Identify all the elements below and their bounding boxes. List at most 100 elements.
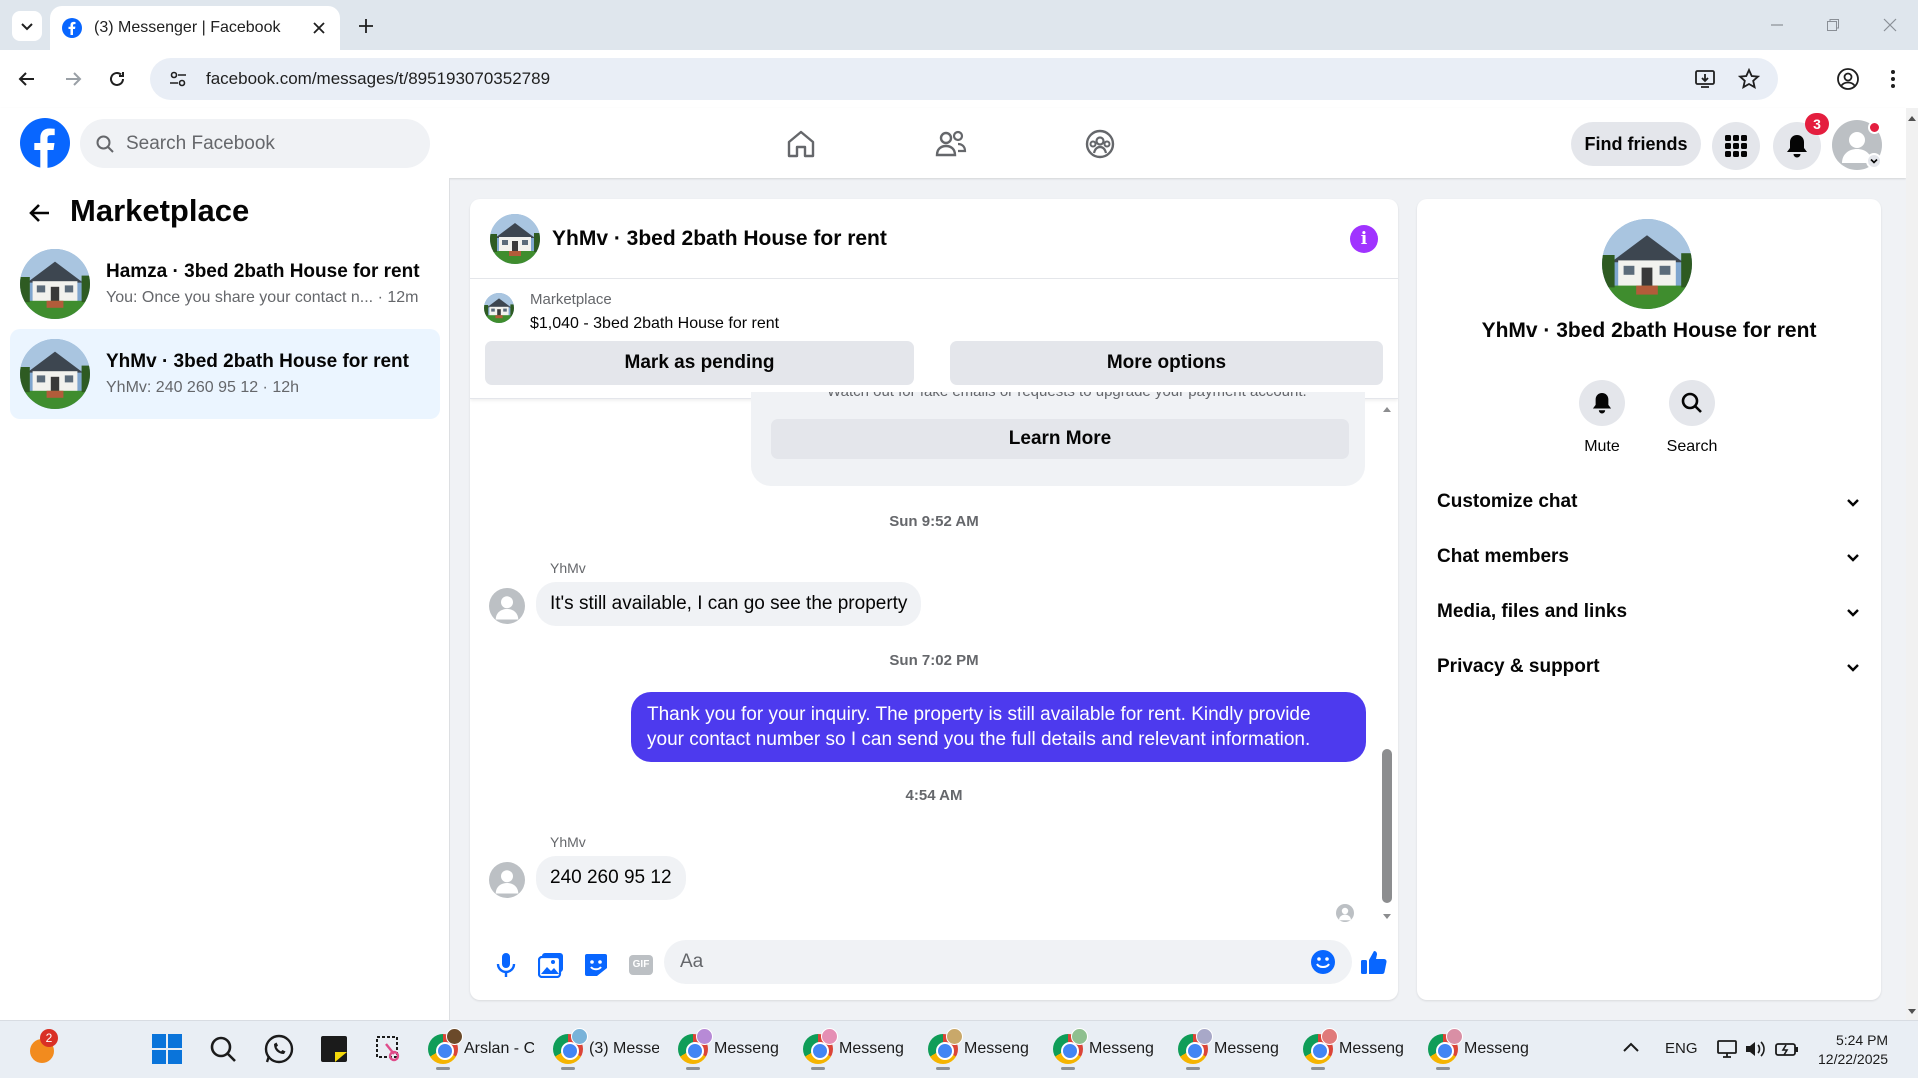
- taskbar-snipping-tool[interactable]: [374, 1034, 404, 1064]
- emoji-icon[interactable]: [1310, 949, 1336, 975]
- bookmark-star-icon[interactable]: [1738, 68, 1760, 90]
- customize-chat-section[interactable]: Customize chat: [1437, 474, 1861, 529]
- menu-button[interactable]: [1712, 122, 1760, 170]
- sticker-button[interactable]: [578, 947, 614, 983]
- scroll-up-arrow-icon[interactable]: [1906, 112, 1918, 124]
- attach-media-button[interactable]: [533, 947, 569, 983]
- taskbar-app-chrome-1[interactable]: Arslan - C: [422, 1027, 540, 1071]
- privacy-support-section[interactable]: Privacy & support: [1437, 639, 1861, 694]
- weather-widget[interactable]: 2: [26, 1029, 58, 1065]
- conversation-item-yhmv[interactable]: YhMv · 3bed 2bath House for rent YhMv: 2…: [10, 329, 440, 419]
- taskbar-sticky-notes[interactable]: [319, 1034, 349, 1064]
- minimize-window-button[interactable]: [1762, 12, 1792, 38]
- facebook-search-input[interactable]: [126, 132, 386, 155]
- conversation-info-icon[interactable]: i: [1350, 224, 1378, 253]
- url-text[interactable]: facebook.com/messages/t/895193070352789: [206, 69, 1694, 89]
- quick-settings-button[interactable]: [1716, 1038, 1800, 1060]
- chat-scrollbar-thumb[interactable]: [1382, 749, 1392, 903]
- address-bar[interactable]: facebook.com/messages/t/895193070352789: [150, 58, 1778, 100]
- listing-thumbnail: [20, 339, 90, 409]
- account-menu-chevron[interactable]: [1866, 153, 1882, 169]
- chat-members-section[interactable]: Chat members: [1437, 529, 1861, 584]
- gif-button[interactable]: GIF: [623, 947, 659, 983]
- browser-tab[interactable]: (3) Messenger | Facebook: [50, 6, 340, 50]
- preview-time: 12m: [387, 289, 419, 306]
- facebook-logo[interactable]: [20, 118, 70, 168]
- taskbar-app-chrome-3[interactable]: Messeng: [672, 1027, 790, 1071]
- nav-groups[interactable]: [1060, 118, 1140, 170]
- new-tab-button[interactable]: [352, 12, 380, 40]
- account-circle-icon: [1837, 68, 1859, 90]
- taskbar-app-chrome-5[interactable]: Messeng: [922, 1027, 1040, 1071]
- section-label: Chat members: [1437, 545, 1569, 567]
- chat-title[interactable]: YhMv · 3bed 2bath House for rent: [552, 227, 1350, 251]
- page-scrollbar[interactable]: [1906, 108, 1918, 1020]
- chrome-icon: [1303, 1028, 1338, 1064]
- send-like-button[interactable]: [1356, 944, 1392, 980]
- close-tab-icon[interactable]: [312, 21, 326, 35]
- scroll-up-arrow-icon[interactable]: [1380, 403, 1394, 415]
- mute-action[interactable]: Mute: [1557, 380, 1647, 456]
- scroll-down-arrow-icon[interactable]: [1380, 911, 1394, 923]
- chevron-down-icon: [1847, 608, 1859, 617]
- chrome-icon: [803, 1028, 838, 1064]
- notification-count-badge: 3: [1805, 113, 1829, 135]
- site-settings-icon[interactable]: [168, 69, 188, 89]
- sender-avatar[interactable]: [489, 588, 525, 624]
- reload-button[interactable]: [102, 64, 132, 94]
- nav-friends[interactable]: [911, 118, 991, 170]
- sender-avatar[interactable]: [489, 862, 525, 898]
- restore-window-button[interactable]: [1818, 12, 1848, 38]
- conversation-item-hamza[interactable]: Hamza · 3bed 2bath House for rent You: O…: [10, 239, 440, 329]
- listing-title[interactable]: $1,040 - 3bed 2bath House for rent: [530, 315, 779, 333]
- search-action[interactable]: Search: [1647, 380, 1737, 456]
- taskbar-app-chrome-4[interactable]: Messeng: [797, 1027, 915, 1071]
- taskbar-app-chrome-2[interactable]: (3) Messe: [547, 1027, 665, 1071]
- taskbar-whatsapp[interactable]: [264, 1034, 294, 1064]
- more-options-button[interactable]: More options: [950, 341, 1383, 385]
- forward-button[interactable]: [58, 64, 88, 94]
- back-to-chats-button[interactable]: [25, 198, 55, 228]
- incoming-message-bubble[interactable]: 240 260 95 12: [536, 856, 686, 900]
- browser-menu-button[interactable]: [1878, 64, 1908, 94]
- scroll-down-arrow-icon[interactable]: [1906, 1006, 1918, 1018]
- back-button[interactable]: [12, 64, 42, 94]
- listing-thumbnail[interactable]: [484, 293, 514, 323]
- find-friends-button[interactable]: Find friends: [1571, 122, 1701, 166]
- input-language-indicator[interactable]: ENG: [1665, 1040, 1698, 1057]
- outgoing-message-bubble[interactable]: Thank you for your inquiry. The property…: [631, 692, 1366, 762]
- seen-receipt-avatar: [1336, 904, 1354, 922]
- tray-overflow-button[interactable]: [1622, 1041, 1640, 1055]
- message-input-box[interactable]: [664, 940, 1352, 984]
- taskbar-search-button[interactable]: [209, 1035, 237, 1063]
- system-clock[interactable]: 5:24 PM 12/22/2025: [1818, 1031, 1888, 1069]
- learn-more-button[interactable]: Learn More: [771, 419, 1349, 459]
- tab-search-button[interactable]: [12, 11, 42, 41]
- mark-as-pending-button[interactable]: Mark as pending: [485, 341, 914, 385]
- chrome-icon: [1053, 1028, 1088, 1064]
- tab-title: (3) Messenger | Facebook: [94, 19, 281, 36]
- message-input[interactable]: [680, 951, 1310, 973]
- facebook-search-box[interactable]: [80, 119, 430, 168]
- close-window-button[interactable]: [1875, 12, 1905, 38]
- message-timestamp: Sun 7:02 PM: [889, 652, 979, 669]
- listing-photo[interactable]: [1602, 219, 1692, 309]
- chevron-down-icon: [1870, 158, 1878, 164]
- media-files-links-section[interactable]: Media, files and links: [1437, 584, 1861, 639]
- start-button[interactable]: [152, 1034, 182, 1064]
- taskbar-app-chrome-8[interactable]: Messeng: [1297, 1027, 1415, 1071]
- taskbar-app-chrome-7[interactable]: Messeng: [1172, 1027, 1290, 1071]
- arrow-left-icon: [29, 204, 49, 222]
- search-in-conversation-button[interactable]: [1669, 380, 1715, 426]
- install-app-icon[interactable]: [1694, 68, 1716, 90]
- chrome-icon: [1428, 1028, 1463, 1064]
- chat-thumbnail[interactable]: [490, 214, 540, 264]
- taskbar-app-chrome-9[interactable]: Messeng: [1422, 1027, 1540, 1071]
- mute-button[interactable]: [1579, 380, 1625, 426]
- profile-button[interactable]: [1833, 64, 1863, 94]
- nav-home[interactable]: [761, 118, 841, 170]
- taskbar-app-chrome-6[interactable]: Messeng: [1047, 1027, 1165, 1071]
- mark-as-pending-label: Mark as pending: [624, 352, 775, 373]
- voice-clip-button[interactable]: [488, 947, 524, 983]
- incoming-message-bubble[interactable]: It's still available, I can go see the p…: [536, 582, 922, 626]
